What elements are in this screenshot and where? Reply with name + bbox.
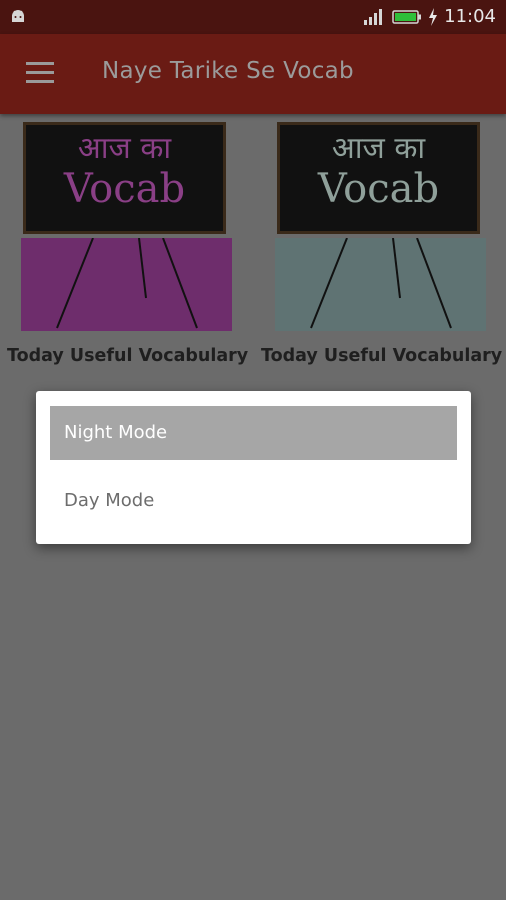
hamburger-menu-icon[interactable] xyxy=(26,62,54,84)
board-english-text: Vocab xyxy=(317,166,440,212)
charging-icon xyxy=(429,7,438,26)
signal-icon xyxy=(364,8,383,25)
android-icon xyxy=(12,10,24,22)
night-mode-option[interactable]: Night Mode xyxy=(50,406,457,460)
battery-icon xyxy=(392,9,422,24)
board-hindi-text: आज का xyxy=(77,131,172,166)
vocab-card-thumbnail[interactable]: आज का Vocab xyxy=(275,120,486,331)
theme-mode-dialog: Night Mode Day Mode xyxy=(36,391,471,544)
board-hindi-text: आज का xyxy=(331,131,426,166)
easel-legs-icon xyxy=(56,238,198,329)
chalkboard: आज का Vocab xyxy=(277,122,480,234)
app-bar: Naye Tarike Se Vocab xyxy=(0,34,506,114)
vocab-card[interactable]: आज का Vocab Today Useful Vocabulary xyxy=(261,120,502,366)
card-caption[interactable]: Today Useful Vocabulary xyxy=(261,346,502,366)
card-caption[interactable]: Today Useful Vocabulary xyxy=(7,346,248,366)
app-title: Naye Tarike Se Vocab xyxy=(102,58,354,84)
vocab-card[interactable]: आज का Vocab Today Useful Vocabulary xyxy=(7,120,248,366)
chalkboard: आज का Vocab xyxy=(23,122,226,234)
status-time: 11:04 xyxy=(444,6,496,27)
board-english-text: Vocab xyxy=(63,166,186,212)
day-mode-option[interactable]: Day Mode xyxy=(50,474,457,528)
status-bar: 11:04 xyxy=(0,0,506,34)
vocab-card-thumbnail[interactable]: आज का Vocab xyxy=(21,120,232,331)
easel-legs-icon xyxy=(310,238,452,329)
